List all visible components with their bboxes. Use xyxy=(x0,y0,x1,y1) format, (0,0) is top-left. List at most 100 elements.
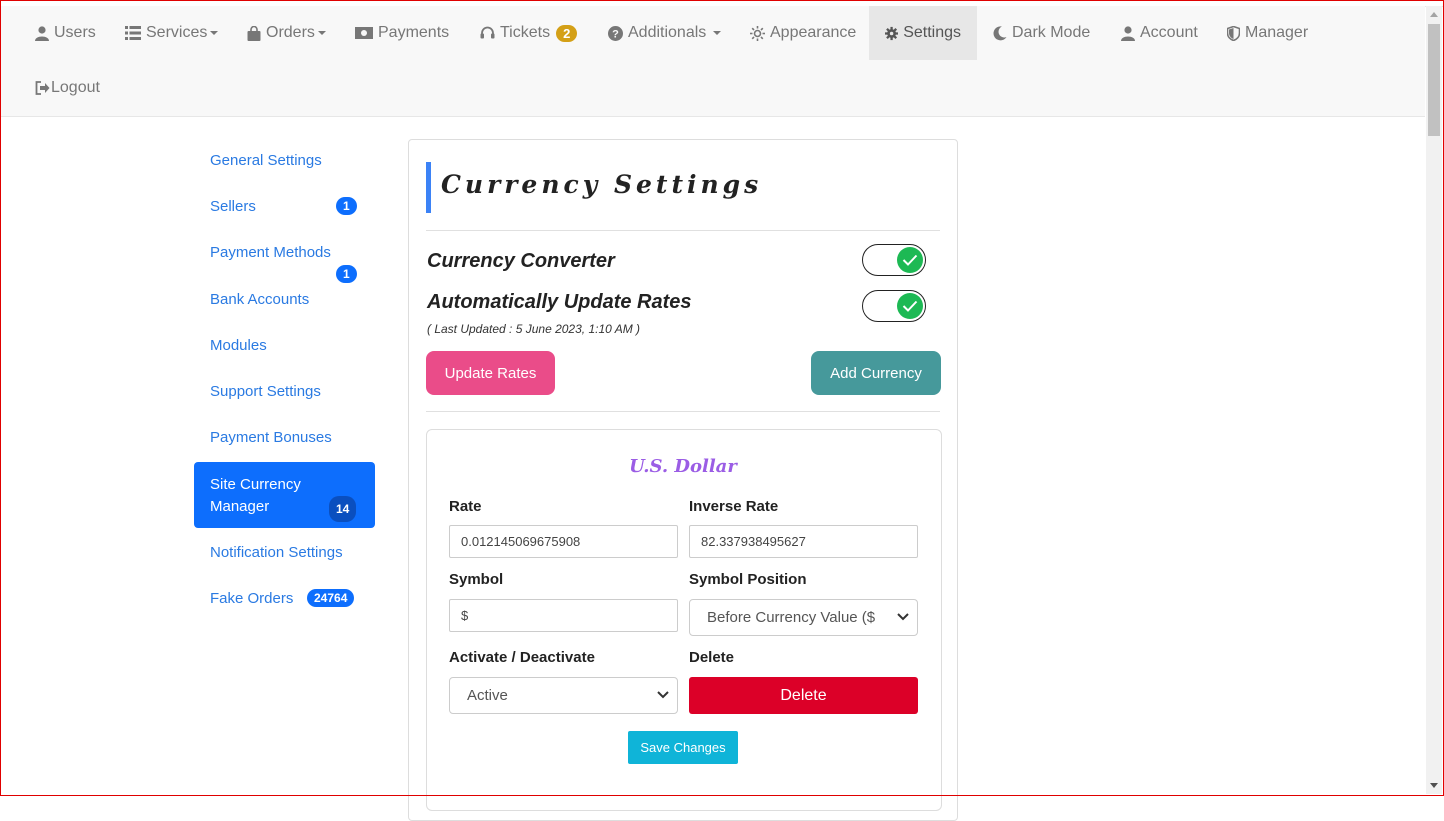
page-scrollbar[interactable] xyxy=(1426,6,1442,794)
auto-update-toggle[interactable] xyxy=(862,290,926,322)
nav-settings-label: Settings xyxy=(903,24,961,41)
sidebar-item-notification-settings[interactable]: Notification Settings xyxy=(194,544,375,561)
list-icon xyxy=(125,26,141,40)
symbol-input[interactable]: $ xyxy=(449,599,678,632)
activate-label: Activate / Deactivate xyxy=(449,649,595,666)
delete-label: Delete xyxy=(689,649,735,666)
svg-text:?: ? xyxy=(612,28,619,40)
title-accent-bar xyxy=(426,162,431,213)
check-icon xyxy=(902,254,918,266)
nav-additionals[interactable]: ? Additionals xyxy=(592,6,737,60)
nav-manager[interactable]: Manager xyxy=(1211,6,1324,60)
sidebar-item-label: General Settings xyxy=(210,152,322,169)
currency-name: U.S. Dollar xyxy=(629,456,737,477)
sun-icon xyxy=(750,25,765,41)
caret-down-icon xyxy=(210,31,219,35)
nav-additionals-label: Additionals xyxy=(628,24,707,41)
scroll-up-arrow-icon[interactable] xyxy=(1430,12,1438,17)
inverse-rate-label: Inverse Rate xyxy=(689,498,779,515)
nav-payments[interactable]: Payments xyxy=(339,6,465,60)
caret-down-icon xyxy=(713,31,722,35)
nav-appearance-label: Appearance xyxy=(770,24,857,41)
toggle-knob xyxy=(897,247,923,273)
shopping-bag-icon xyxy=(247,25,261,41)
symbol-position-value: Before Currency Value ($ xyxy=(707,609,876,626)
sidebar-item-general-settings[interactable]: General Settings xyxy=(194,152,375,169)
symbol-position-select[interactable]: Before Currency Value ($ xyxy=(689,599,918,636)
check-icon xyxy=(902,300,918,312)
gear-icon xyxy=(885,26,899,40)
sidebar-item-label: Bank Accounts xyxy=(210,291,310,308)
currency-converter-toggle[interactable] xyxy=(862,244,926,276)
moon-icon xyxy=(993,25,1007,40)
nav-services[interactable]: Services xyxy=(109,6,234,60)
nav-dark-mode-label: Dark Mode xyxy=(1012,24,1091,41)
nav-account-label: Account xyxy=(1140,24,1198,41)
divider xyxy=(426,411,940,412)
update-rates-button[interactable]: Update Rates xyxy=(426,351,555,395)
symbol-label: Symbol xyxy=(449,571,504,588)
sidebar-item-label: Support Settings xyxy=(210,383,321,400)
nav-dark-mode[interactable]: Dark Mode xyxy=(977,6,1106,60)
nav-appearance[interactable]: Appearance xyxy=(734,6,872,60)
site-currency-manager-badge: 14 xyxy=(329,496,357,522)
tickets-badge: 2 xyxy=(556,24,578,42)
money-bill-icon xyxy=(355,27,373,39)
nav-account[interactable]: Account xyxy=(1105,6,1214,60)
nav-users-label: Users xyxy=(54,24,96,41)
last-updated-text: ( Last Updated : 5 June 2023, 1:10 AM ) xyxy=(427,322,641,336)
sign-out-icon xyxy=(35,81,50,95)
top-navbar: Users Services Orders Payments Tickets 2… xyxy=(1,6,1425,117)
nav-logout[interactable]: Logout xyxy=(19,61,116,115)
save-changes-button[interactable]: Save Changes xyxy=(628,731,738,764)
nav-manager-label: Manager xyxy=(1245,24,1309,41)
nav-orders[interactable]: Orders xyxy=(231,6,342,60)
sidebar-item-fake-orders[interactable]: Fake Orders 24764 xyxy=(194,589,375,607)
sellers-badge: 1 xyxy=(336,197,357,215)
question-circle-icon: ? xyxy=(608,25,623,41)
sidebar-item-label: Fake Orders xyxy=(210,590,294,607)
nav-logout-label: Logout xyxy=(51,79,100,96)
sidebar-item-bank-accounts[interactable]: Bank Accounts xyxy=(194,291,375,308)
sidebar-item-modules[interactable]: Modules xyxy=(194,337,375,354)
sidebar-item-label: Sellers xyxy=(210,198,256,215)
sidebar-item-label: Notification Settings xyxy=(210,544,343,561)
chevron-down-icon xyxy=(657,691,669,699)
shield-icon xyxy=(1227,25,1240,41)
divider xyxy=(426,230,940,231)
user-icon xyxy=(1121,25,1135,41)
delete-button[interactable]: Delete xyxy=(689,677,918,714)
nav-services-label: Services xyxy=(146,24,208,41)
sidebar-item-support-settings[interactable]: Support Settings xyxy=(194,383,375,400)
symbol-position-label: Symbol Position xyxy=(689,571,807,588)
nav-settings[interactable]: Settings xyxy=(869,6,977,60)
caret-down-icon xyxy=(317,31,326,35)
inverse-rate-input[interactable]: 82.337938495627 xyxy=(689,525,918,558)
activate-value: Active xyxy=(467,687,508,704)
scroll-down-arrow-icon[interactable] xyxy=(1430,783,1438,788)
fake-orders-badge: 24764 xyxy=(307,589,355,607)
currency-converter-label: Currency Converter xyxy=(427,250,615,272)
toggle-knob xyxy=(897,293,923,319)
rate-label: Rate xyxy=(449,498,482,515)
nav-tickets[interactable]: Tickets 2 xyxy=(464,6,593,60)
page-title: Currency Settings xyxy=(441,170,763,199)
sidebar-item-payment-methods[interactable]: Payment Methods 1 xyxy=(194,244,375,283)
chevron-down-icon xyxy=(897,613,909,621)
rate-input[interactable]: 0.012145069675908 xyxy=(449,525,678,558)
add-currency-button[interactable]: Add Currency xyxy=(811,351,941,395)
auto-update-label: Automatically Update Rates xyxy=(427,291,692,313)
headset-icon xyxy=(480,26,495,38)
sidebar-item-label: Payment Bonuses xyxy=(210,429,332,446)
nav-tickets-label: Tickets xyxy=(500,24,551,41)
payment-methods-badge: 1 xyxy=(336,265,357,283)
nav-orders-label: Orders xyxy=(266,24,315,41)
sidebar-item-site-currency-manager[interactable]: Site Currency Manager 14 xyxy=(194,462,375,528)
activate-select[interactable]: Active xyxy=(449,677,678,714)
nav-users[interactable]: Users xyxy=(19,6,112,60)
sidebar-item-sellers[interactable]: Sellers 1 xyxy=(194,197,375,215)
sidebar-item-label: Site Currency Manager xyxy=(210,476,301,515)
sidebar-item-payment-bonuses[interactable]: Payment Bonuses xyxy=(194,429,375,446)
scrollbar-thumb[interactable] xyxy=(1428,24,1440,136)
user-icon xyxy=(35,25,49,41)
